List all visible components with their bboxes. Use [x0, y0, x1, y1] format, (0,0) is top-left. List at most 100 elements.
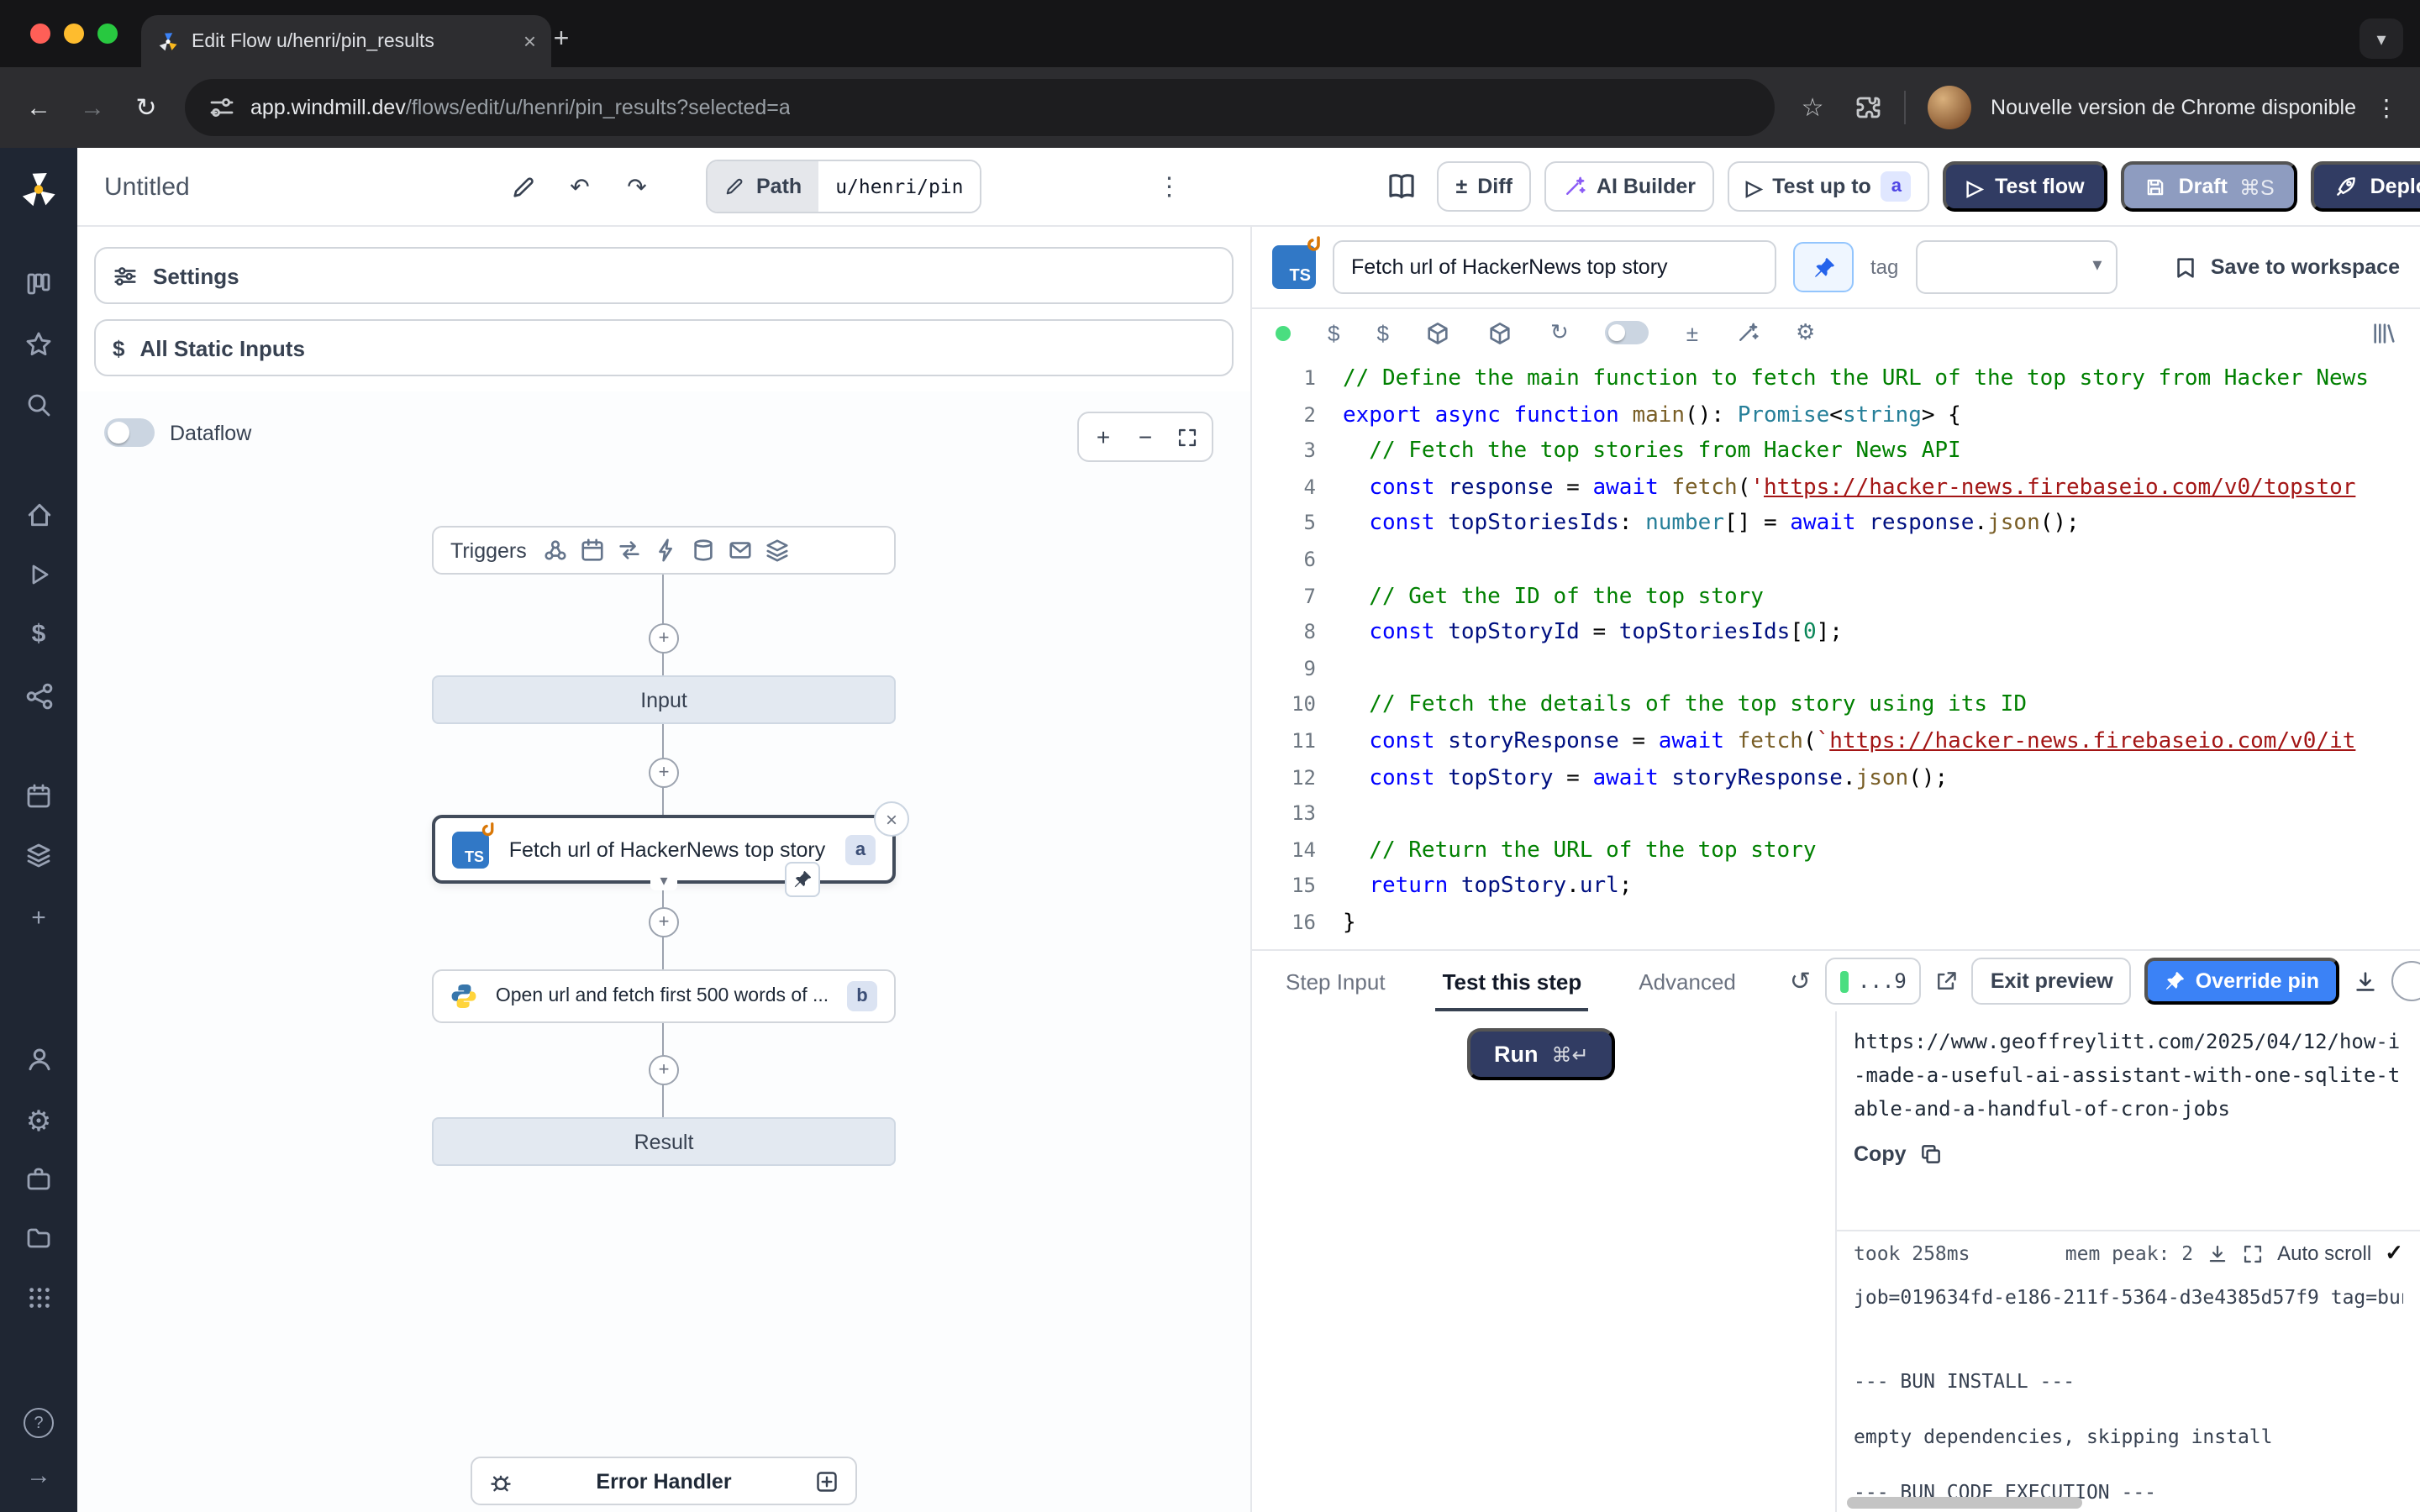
address-bar[interactable]: app.windmill.dev/flows/edit/u/henri/pin_…	[185, 79, 1774, 136]
tab-advanced[interactable]: Advanced	[1639, 951, 1736, 1011]
sidebar-boards-icon[interactable]	[0, 270, 77, 297]
add-step-button[interactable]: +	[649, 758, 679, 788]
zoom-out-button[interactable]: −	[1124, 417, 1166, 457]
cut-off-icon[interactable]	[2391, 961, 2420, 1001]
window-close-button[interactable]	[30, 24, 50, 44]
delete-step-button[interactable]: ×	[874, 801, 909, 837]
horizontal-scrollbar[interactable]	[1847, 1497, 2082, 1509]
history-icon[interactable]: ↺	[1790, 966, 1811, 996]
path-value[interactable]: u/henri/pin	[818, 161, 980, 212]
browser-menu-icon[interactable]: ⋮	[2366, 82, 2407, 133]
external-link-icon[interactable]	[1935, 969, 1959, 993]
flow-name[interactable]: Untitled	[104, 172, 190, 201]
sidebar-collapse-icon[interactable]: →	[0, 1462, 77, 1490]
package-icon[interactable]	[1426, 320, 1451, 345]
sidebar-triggers-icon[interactable]	[0, 842, 77, 869]
email-trigger-icon[interactable]	[729, 538, 754, 563]
sidebar-user-icon[interactable]	[0, 1045, 77, 1074]
sidebar-search-icon[interactable]	[0, 391, 77, 418]
kafka-trigger-icon[interactable]	[765, 538, 791, 563]
test-flow-button[interactable]: ▷ Test flow	[1944, 161, 2108, 212]
log-pane[interactable]: took 258ms mem peak: 2 Auto scroll ✓ job…	[1837, 1230, 2420, 1512]
resources-dollar-icon[interactable]: $	[1376, 320, 1388, 345]
result-node[interactable]: Result	[432, 1117, 896, 1166]
reset-icon[interactable]: ↻	[1550, 319, 1569, 346]
sidebar-settings-gear-icon[interactable]: ⚙	[0, 1105, 77, 1139]
browser-tab[interactable]: Edit Flow u/henri/pin_results ×	[141, 15, 551, 67]
webhook-trigger-icon[interactable]	[544, 538, 569, 563]
sidebar-variables-icon[interactable]: $	[0, 620, 77, 648]
code-editor[interactable]: 1// Define the main function to fetch th…	[1252, 356, 2420, 949]
sidebar-folders-icon[interactable]	[0, 1225, 77, 1252]
chrome-update-notice[interactable]: Nouvelle version de Chrome disponible	[1984, 96, 2363, 119]
add-error-handler-icon[interactable]	[815, 1469, 839, 1493]
profile-avatar[interactable]	[1927, 86, 1970, 129]
all-static-inputs-row[interactable]: $ All Static Inputs	[94, 319, 1234, 376]
sidebar-help-icon[interactable]: ?	[0, 1408, 77, 1438]
undo-button[interactable]: ↶	[558, 165, 602, 208]
draft-button[interactable]: Draft ⌘S	[2122, 161, 2298, 212]
step-a-node[interactable]: TS Fetch url of HackerNews top story a ×…	[432, 815, 896, 884]
forward-button[interactable]: →	[67, 82, 118, 133]
pinned-data-chip[interactable]	[785, 862, 820, 897]
reload-button[interactable]: ↻	[121, 82, 171, 133]
back-button[interactable]: ←	[13, 82, 64, 133]
sidebar-add-icon[interactable]: +	[0, 904, 77, 932]
websocket-trigger-icon[interactable]	[655, 538, 680, 563]
diff-button[interactable]: ± Diff	[1438, 161, 1531, 212]
fit-view-button[interactable]	[1166, 417, 1208, 457]
postgres-trigger-icon[interactable]	[692, 538, 717, 563]
step-title-input[interactable]	[1333, 240, 1776, 294]
sidebar-apps-grid-icon[interactable]	[0, 1285, 77, 1310]
package-icon[interactable]	[1488, 320, 1513, 345]
ai-builder-button[interactable]: AI Builder	[1544, 161, 1714, 212]
download-logs-icon[interactable]	[2207, 1242, 2228, 1264]
input-node[interactable]: Input	[432, 675, 896, 724]
path-control[interactable]: Path u/henri/pin	[706, 160, 982, 213]
variables-dollar-icon[interactable]: $	[1328, 320, 1339, 345]
redo-button[interactable]: ↷	[615, 165, 659, 208]
site-settings-icon[interactable]	[208, 94, 235, 121]
download-icon[interactable]	[2353, 969, 2378, 994]
add-step-button[interactable]: +	[649, 623, 679, 654]
flow-settings-row[interactable]: Settings	[94, 247, 1234, 304]
window-minimize-button[interactable]	[64, 24, 84, 44]
sidebar-favorites-icon[interactable]	[0, 331, 77, 358]
flow-canvas[interactable]: Dataflow + − + + + +	[77, 391, 1250, 1512]
schedule-trigger-icon[interactable]	[581, 538, 606, 563]
tab-test-this-step[interactable]: Test this step	[1443, 951, 1582, 1011]
sidebar-workers-icon[interactable]	[0, 1166, 77, 1193]
sidebar-resources-icon[interactable]	[0, 682, 77, 711]
bookmark-star-icon[interactable]: ☆	[1787, 82, 1838, 133]
docs-book-icon[interactable]	[1381, 165, 1424, 208]
editor-settings-gear-icon[interactable]: ⚙	[1796, 319, 1815, 346]
tab-search-button[interactable]: ▾	[2360, 18, 2403, 59]
dataflow-toggle[interactable]	[104, 418, 155, 447]
sidebar-home-icon[interactable]	[0, 501, 77, 529]
error-handler-node[interactable]: Error Handler	[471, 1457, 857, 1505]
flow-more-menu-icon[interactable]: ⋮	[1157, 171, 1182, 202]
http-route-tr igger-icon[interactable]	[618, 538, 643, 563]
deploy-button[interactable]: Deploy	[2312, 161, 2420, 212]
run-button[interactable]: Run ⌘↵	[1467, 1028, 1616, 1080]
pin-toggle-button[interactable]	[1793, 242, 1854, 292]
window-maximize-button[interactable]	[97, 24, 118, 44]
sidebar-runs-icon[interactable]	[0, 561, 77, 588]
sidebar-schedules-icon[interactable]	[0, 783, 77, 810]
add-step-button[interactable]: +	[649, 907, 679, 937]
auto-scroll-checkbox[interactable]: ✓	[2385, 1240, 2403, 1267]
triggers-node[interactable]: Triggers	[432, 526, 896, 575]
step-b-node[interactable]: Open url and fetch first 500 words of ..…	[432, 969, 896, 1023]
diff-mode-icon[interactable]: ±	[1686, 320, 1698, 345]
expand-logs-icon[interactable]	[2242, 1242, 2264, 1264]
test-up-to-button[interactable]: ▷ Test up to a	[1728, 161, 1930, 212]
library-icon[interactable]	[2371, 320, 2396, 345]
override-pin-button[interactable]: Override pin	[2145, 958, 2339, 1005]
path-segment[interactable]: Path	[708, 161, 818, 212]
extensions-icon[interactable]	[1841, 82, 1891, 133]
step-expand-chevron-icon[interactable]: ▾	[650, 872, 677, 890]
ai-wand-icon[interactable]	[1735, 321, 1759, 344]
zoom-in-button[interactable]: +	[1082, 417, 1124, 457]
tag-select[interactable]: ▾	[1915, 240, 2117, 294]
edit-name-pencil-icon[interactable]	[501, 165, 544, 208]
